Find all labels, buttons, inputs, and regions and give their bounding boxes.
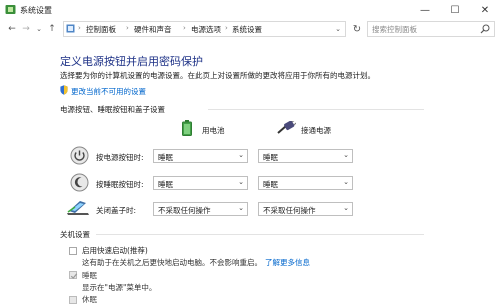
breadcrumb-control-panel[interactable]: 控制面板: [86, 24, 116, 35]
close-lid-row-label: 关闭盖子时:: [96, 206, 137, 215]
page-title: 定义电源按钮并启用密码保护: [60, 55, 203, 68]
sleep-button-battery-select[interactable]: 睡眠 ⌄: [153, 176, 248, 190]
sleep-button-row-label: 按睡眠按钮时:: [96, 180, 144, 189]
breadcrumb-power-options[interactable]: 电源选项: [191, 24, 221, 35]
select-value: 睡眠: [263, 180, 278, 189]
battery-icon: [182, 120, 192, 136]
page-description: 选择要为你的计算机设置的电源设置。在此页上对设置所做的更改将应用于你所有的电源计…: [60, 71, 375, 80]
refresh-button[interactable]: ↻: [349, 21, 365, 37]
chevron-down-icon: ⌄: [343, 178, 349, 186]
minimize-button[interactable]: —: [410, 0, 440, 20]
fast-startup-checkbox[interactable]: [69, 247, 77, 255]
sleep-description: 显示在"电源"菜单中。: [82, 283, 157, 292]
sleep-button-plugged-select[interactable]: 睡眠 ⌄: [258, 176, 353, 190]
maximize-button[interactable]: ☐: [440, 0, 470, 20]
breadcrumb-separator: ›: [225, 24, 228, 32]
close-lid-plugged-select[interactable]: 不采取任何操作 ⌄: [258, 202, 353, 216]
search-icon[interactable]: [480, 24, 490, 34]
breadcrumb-system-settings[interactable]: 系统设置: [232, 24, 262, 35]
section-divider: [208, 109, 424, 110]
fast-startup-label: 启用快速启动(推荐): [82, 246, 148, 255]
fast-startup-description: 这有助于在关机之后更快地启动电脑。不会影响重启。: [82, 258, 262, 267]
power-buttons-section-title: 电源按钮、睡眠按钮和盖子设置: [60, 105, 165, 114]
breadcrumb-separator: ›: [183, 24, 186, 32]
forward-button[interactable]: →: [20, 23, 32, 35]
hibernate-checkbox[interactable]: [69, 296, 77, 304]
select-value: 不采取任何操作: [158, 206, 211, 215]
select-value: 睡眠: [263, 153, 278, 162]
chevron-down-icon: ⌄: [238, 178, 244, 186]
select-value: 不采取任何操作: [263, 206, 316, 215]
sleep-label: 睡眠: [82, 271, 97, 280]
breadcrumb-separator: ›: [78, 24, 81, 32]
up-button[interactable]: ↑: [46, 23, 58, 35]
select-value: 睡眠: [158, 153, 173, 162]
chevron-down-icon: ⌄: [238, 151, 244, 159]
on-battery-column-header: 用电池: [202, 126, 225, 135]
chevron-down-icon: ⌄: [343, 151, 349, 159]
hibernate-label: 休眠: [82, 295, 97, 304]
power-plug-icon: [277, 121, 296, 134]
select-value: 睡眠: [158, 180, 173, 189]
chevron-down-icon: ⌄: [238, 204, 244, 212]
back-button[interactable]: ←: [6, 23, 18, 35]
sleep-checkbox[interactable]: [69, 271, 78, 279]
power-button-battery-select[interactable]: 睡眠 ⌄: [153, 149, 248, 163]
laptop-lid-icon: [67, 201, 89, 215]
power-button-icon: [70, 146, 89, 165]
chevron-down-icon: ⌄: [343, 204, 349, 212]
checkmark-icon: [70, 273, 78, 279]
control-panel-icon: [66, 24, 75, 33]
plugged-in-column-header: 接通电源: [301, 126, 331, 135]
address-dropdown-button[interactable]: ⌄: [332, 22, 344, 36]
power-button-plugged-select[interactable]: 睡眠 ⌄: [258, 149, 353, 163]
power-button-row-label: 按电源按钮时:: [96, 153, 144, 162]
close-lid-battery-select[interactable]: 不采取任何操作 ⌄: [153, 202, 248, 216]
recent-locations-button[interactable]: ⌄: [33, 23, 45, 35]
sleep-button-icon: [70, 173, 89, 192]
search-placeholder: 搜索控制面板: [372, 25, 417, 34]
breadcrumb-separator: ›: [126, 24, 129, 32]
close-button[interactable]: ✕: [470, 0, 500, 20]
shutdown-settings-section-title: 关机设置: [60, 230, 90, 239]
breadcrumb-hardware-sound[interactable]: 硬件和声音: [134, 24, 172, 35]
section-divider: [96, 234, 424, 235]
uac-shield-icon: [60, 85, 68, 95]
window-title: 系统设置: [20, 6, 52, 15]
change-unavailable-settings-link[interactable]: 更改当前不可用的设置: [71, 86, 146, 97]
power-options-icon: [5, 5, 16, 14]
learn-more-link[interactable]: 了解更多信息: [265, 257, 310, 268]
